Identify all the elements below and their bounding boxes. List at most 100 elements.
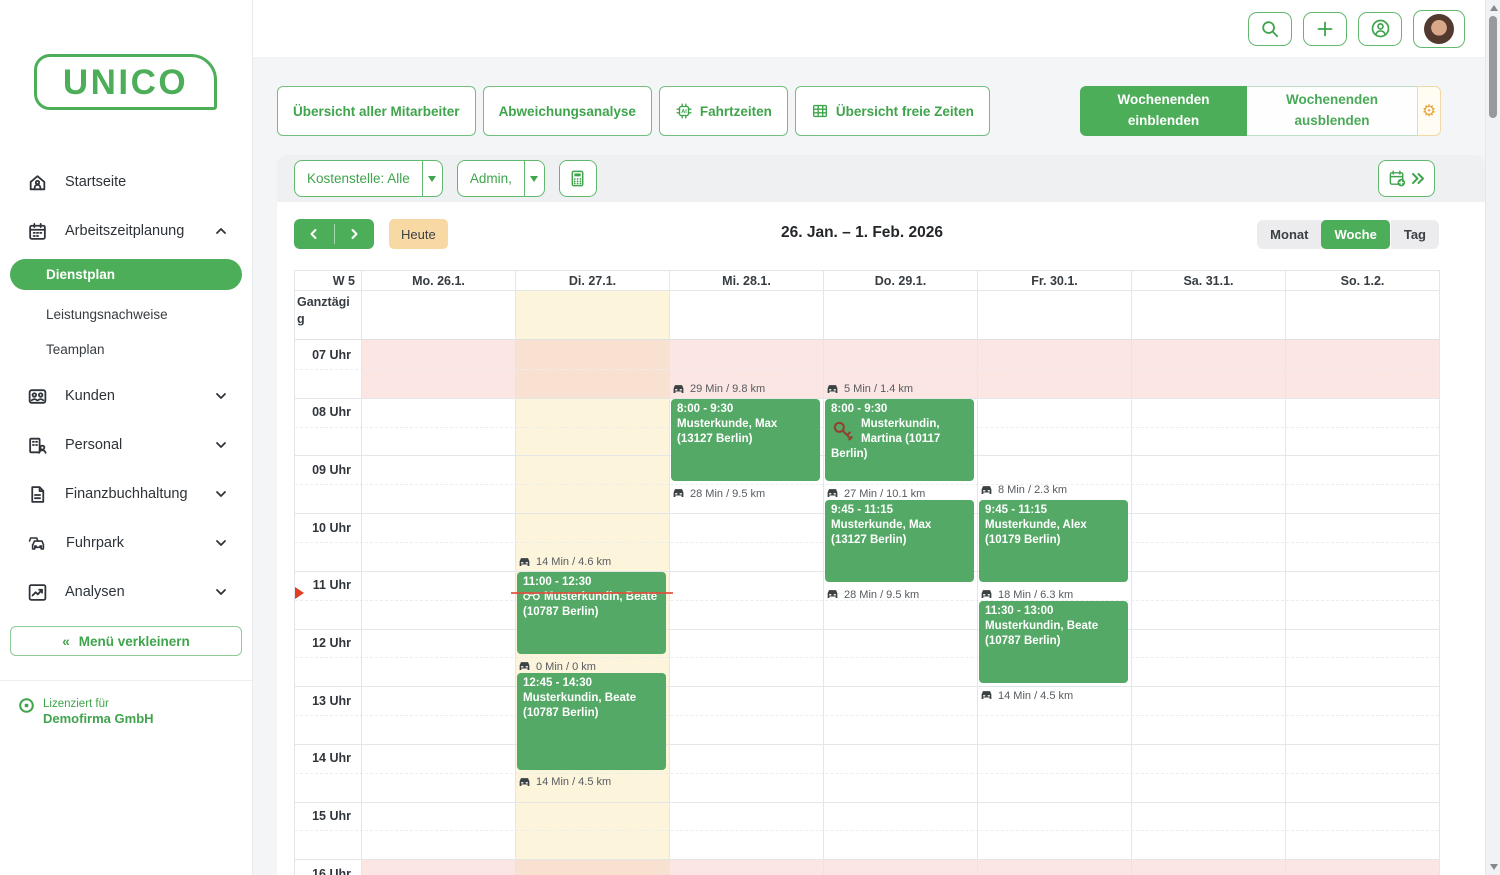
calendar-event[interactable]: 9:45 - 11:15Musterkunde, Alex (10179 Ber…: [979, 500, 1128, 583]
uebersicht-freie-zeiten-button[interactable]: Übersicht freie Zeiten: [795, 86, 990, 136]
collapse-menu-label: Menü verkleinern: [79, 634, 190, 649]
calculator-button[interactable]: [559, 160, 597, 197]
profile-button[interactable]: [1413, 10, 1465, 48]
settings-button[interactable]: ⚙: [1417, 86, 1441, 136]
event-title: Musterkundin, Beate (10787 Berlin): [985, 619, 1123, 649]
sidebar-item-arbeitszeitplanung[interactable]: Arbeitszeitplanung: [0, 210, 252, 252]
employee-dropdown-button[interactable]: [524, 160, 545, 197]
sidebar-item-analysen[interactable]: Analysen: [0, 571, 252, 613]
license-name: Demofirma GmbH: [43, 711, 154, 727]
day-column[interactable]: 8 Min / 2.3 km9:45 - 11:15Musterkunde, A…: [977, 340, 1131, 875]
scroll-up-arrow-icon[interactable]: [1490, 5, 1498, 11]
account-button[interactable]: [1358, 12, 1402, 46]
ai-chip-icon: AI: [675, 102, 693, 120]
event-time: 9:45 - 11:15: [831, 502, 969, 518]
caret-down-icon: [428, 176, 436, 182]
topbar: [253, 0, 1485, 58]
allday-cell[interactable]: [669, 291, 823, 339]
fleet-icon: [27, 533, 49, 554]
calendar-body: 07 Uhr08 Uhr09 Uhr10 Uhr11 Uhr12 Uhr13 U…: [295, 340, 1439, 875]
main-content: Übersicht aller Mitarbeiter Abweichungsa…: [253, 58, 1485, 875]
weekend-show-label: Wochenenden: [1117, 90, 1209, 111]
day-column[interactable]: [1285, 340, 1439, 875]
add-button[interactable]: [1303, 12, 1347, 46]
search-button[interactable]: [1248, 12, 1292, 46]
event-title: Musterkundin, Martina (10117 Berlin): [831, 417, 969, 462]
current-time-arrow-icon: [295, 587, 304, 599]
day-column[interactable]: 5 Min / 1.4 km 8:00 - 9:30Musterkundin, M…: [823, 340, 977, 875]
view-option-woche[interactable]: Woche: [1321, 220, 1389, 249]
chevron-down-icon: [214, 389, 228, 403]
calendar-event[interactable]: 12:45 - 14:30Musterkundin, Beate (10787 …: [517, 673, 666, 770]
plus-icon: [1315, 19, 1335, 39]
sidebar-item-teamplan[interactable]: Teamplan: [0, 332, 252, 367]
employee-value[interactable]: Admin,: [457, 160, 525, 197]
calendar-plus-icon: [1388, 169, 1407, 188]
sidebar-item-label: Kunden: [65, 388, 197, 404]
event-title: Musterkunde, Max (13127 Berlin): [831, 518, 969, 548]
sidebar-item-label: Dienstplan: [46, 267, 115, 282]
day-header[interactable]: Mi. 28.1.: [669, 271, 823, 290]
view-option-monat[interactable]: Monat: [1257, 220, 1321, 249]
page-scrollbar[interactable]: [1485, 0, 1500, 875]
allday-cell[interactable]: [1131, 291, 1285, 339]
uebersicht-mitarbeiter-button[interactable]: Übersicht aller Mitarbeiter: [277, 86, 476, 136]
scroll-down-arrow-icon[interactable]: [1490, 864, 1498, 870]
calendar-event[interactable]: 8:00 - 9:30Musterkundin, Martina (10117 …: [825, 399, 974, 482]
day-column[interactable]: 29 Min / 9.8 km8:00 - 9:30Musterkunde, M…: [669, 340, 823, 875]
sidebar-item-label: Teamplan: [46, 342, 105, 357]
weekend-show-label: einblenden: [1128, 111, 1199, 132]
car-icon: [672, 384, 685, 395]
day-column[interactable]: 14 Min / 4.6 km11:00 - 12:30Musterkundin…: [515, 340, 669, 875]
allday-cell[interactable]: [361, 291, 515, 339]
cost-center-value[interactable]: Kostenstelle: Alle: [294, 160, 423, 197]
chevrons-left-icon: «: [62, 634, 70, 649]
allday-cell[interactable]: [1285, 291, 1439, 339]
travel-time-label: 5 Min / 1.4 km: [826, 383, 913, 396]
dienstplan-card: Kostenstelle: Alle Admin,: [277, 155, 1485, 875]
view-option-tag[interactable]: Tag: [1390, 220, 1439, 249]
day-header[interactable]: Sa. 31.1.: [1131, 271, 1285, 290]
car-icon: [826, 488, 839, 499]
sidebar-item-leistungsnachweise[interactable]: Leistungsnachweise: [0, 297, 252, 332]
sidebar-item-kunden[interactable]: Kunden: [0, 375, 252, 417]
allday-cell[interactable]: [515, 291, 669, 339]
unico-logo[interactable]: UNICO: [34, 54, 217, 110]
calendar-event[interactable]: 9:45 - 11:15Musterkunde, Max (13127 Berl…: [825, 500, 974, 583]
day-header[interactable]: Mo. 26.1.: [361, 271, 515, 290]
sidebar-item-fuhrpark[interactable]: Fuhrpark: [0, 522, 252, 564]
calendar-event[interactable]: 11:30 - 13:00Musterkundin, Beate (10787 …: [979, 601, 1128, 684]
weekend-hide-button[interactable]: Wochenenden ausblenden: [1247, 86, 1417, 136]
collapse-menu-button[interactable]: « Menü verkleinern: [10, 626, 242, 656]
day-header[interactable]: Do. 29.1.: [823, 271, 977, 290]
toolbar: Übersicht aller Mitarbeiter Abweichungsa…: [277, 86, 990, 136]
quick-add-appointment-button[interactable]: [1378, 160, 1435, 197]
abweichungsanalyse-button[interactable]: Abweichungsanalyse: [483, 86, 652, 136]
cost-center-dropdown-button[interactable]: [422, 160, 443, 197]
scrollbar-thumb[interactable]: [1489, 16, 1497, 118]
sidebar-item-startseite[interactable]: Startseite: [0, 161, 252, 203]
allday-cell[interactable]: [977, 291, 1131, 339]
allday-cell[interactable]: [823, 291, 977, 339]
day-column[interactable]: [361, 340, 515, 875]
license-prefix: Lizenziert für: [43, 697, 154, 711]
employee-filter: Admin,: [457, 160, 545, 197]
day-column[interactable]: [1131, 340, 1285, 875]
sidebar-item-personal[interactable]: Personal: [0, 424, 252, 466]
calendar-event[interactable]: 11:00 - 12:30Musterkundin, Beate (10787 …: [517, 572, 666, 655]
sidebar-item-label: Arbeitszeitplanung: [65, 223, 197, 239]
day-header[interactable]: Di. 27.1.: [515, 271, 669, 290]
staff-icon: [27, 435, 48, 456]
button-label: Übersicht aller Mitarbeiter: [293, 104, 460, 119]
day-header[interactable]: Fr. 30.1.: [977, 271, 1131, 290]
sidebar-item-finanzbuchhaltung[interactable]: Finanzbuchhaltung: [0, 473, 252, 515]
caret-down-icon: [530, 176, 538, 182]
user-circle-icon: [1370, 18, 1391, 39]
day-header[interactable]: So. 1.2.: [1285, 271, 1439, 290]
sidebar-item-dienstplan[interactable]: Dienstplan: [10, 259, 242, 290]
calendar-event[interactable]: 8:00 - 9:30Musterkunde, Max (13127 Berli…: [671, 399, 820, 482]
fahrtzeiten-button[interactable]: AI Fahrtzeiten: [659, 86, 788, 136]
travel-time-label: 14 Min / 4.5 km: [518, 776, 611, 789]
weekend-show-button[interactable]: Wochenenden einblenden: [1080, 86, 1247, 136]
hour-label: 15 Uhr: [295, 802, 351, 831]
